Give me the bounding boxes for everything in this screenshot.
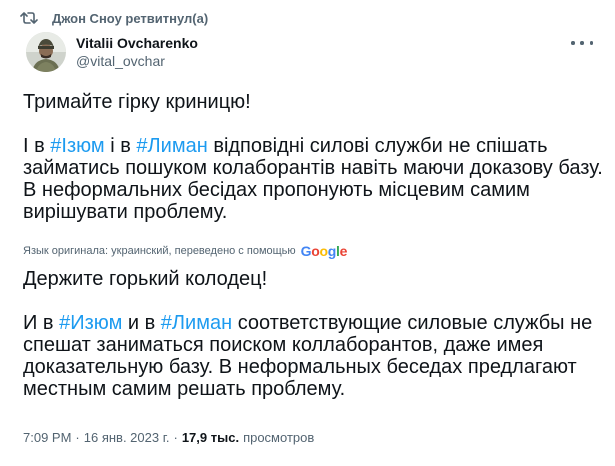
translated-line-1: Держите горький колодец!	[23, 268, 268, 290]
views-label: просмотров	[243, 430, 315, 445]
author-handle[interactable]: @vital_ovchar	[76, 52, 198, 70]
google-logo[interactable]: Google	[301, 243, 348, 259]
text-fragment: И в	[23, 312, 60, 334]
text-fragment: і в	[104, 135, 137, 157]
tweet-time[interactable]: 7:09 PM	[23, 430, 71, 445]
original-line-1: Тримайте гірку криницю!	[23, 91, 251, 113]
translation-note: Язык оригинала: украинский, переведено с…	[23, 243, 348, 259]
retweet-header[interactable]: Джон Сноу ретвитнул(а)	[20, 9, 208, 27]
tweet-text-translated: Держите горький колодец! И в #Изюм и в #…	[23, 268, 603, 400]
translated-paragraph-2: И в #Изюм и в #Лиман соответствующие сил…	[23, 312, 603, 400]
tweet-author[interactable]: Vitalii Ovcharenko @vital_ovchar	[26, 32, 198, 72]
separator: ·	[75, 430, 80, 445]
author-display-name[interactable]: Vitalii Ovcharenko	[76, 34, 198, 52]
translation-note-text: Язык оригинала: украинский, переведено с…	[23, 245, 296, 257]
hashtag-link[interactable]: #Лиман	[136, 135, 207, 157]
original-paragraph-2: І в #Ізюм і в #Лиман відповідні силові с…	[23, 135, 603, 223]
text-fragment: І в	[23, 135, 51, 157]
retweet-label: Джон Сноу ретвитнул(а)	[52, 10, 209, 26]
tweet-meta: 7:09 PM · 16 янв. 2023 г. · 17,9 тыс. пр…	[23, 430, 314, 445]
views-count[interactable]: 17,9 тыс.	[182, 430, 239, 445]
retweet-icon	[20, 10, 38, 26]
tweet-text-original: Тримайте гірку криницю! І в #Ізюм і в #Л…	[23, 91, 603, 223]
hashtag-link[interactable]: #Лиман	[161, 312, 232, 334]
hashtag-link[interactable]: #Изюм	[59, 312, 122, 334]
separator: ·	[173, 430, 178, 445]
more-icon[interactable]	[571, 36, 593, 50]
tweet-date[interactable]: 16 янв. 2023 г.	[84, 430, 170, 445]
hashtag-link[interactable]: #Ізюм	[50, 135, 104, 157]
text-fragment: и в	[122, 312, 161, 334]
author-names: Vitalii Ovcharenko @vital_ovchar	[76, 34, 198, 70]
soldier-avatar[interactable]	[26, 32, 66, 72]
